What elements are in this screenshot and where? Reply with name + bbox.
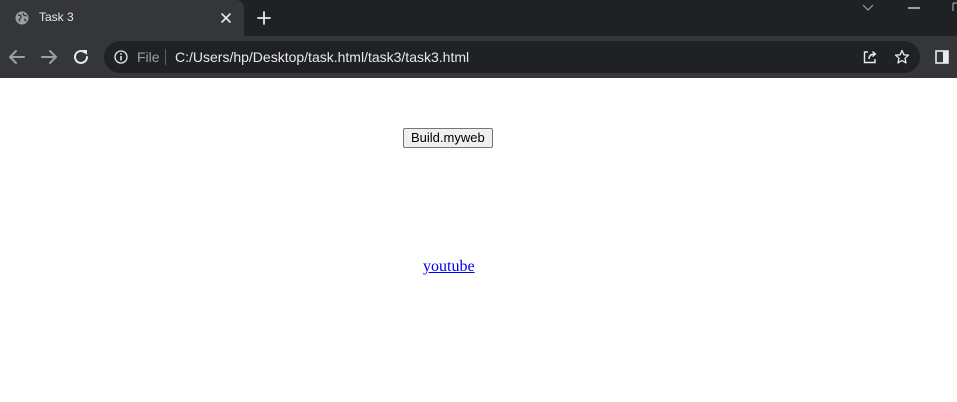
info-icon[interactable] [114,50,128,64]
divider [165,49,166,65]
tab-title: Task 3 [39,10,74,24]
close-icon[interactable] [220,12,232,24]
page-content: Build.myweb youtube [0,78,957,402]
share-icon[interactable] [862,49,878,65]
side-panel-icon[interactable] [935,50,949,64]
globe-icon [15,11,29,25]
youtube-link[interactable]: youtube [423,258,475,276]
scheme-label: File [137,49,160,65]
tab-task-3[interactable]: Task 3 [0,0,244,36]
address-bar[interactable]: File C:/Users/hp/Desktop/task.html/task3… [104,41,920,73]
star-icon[interactable] [894,49,910,65]
arrow-left-icon[interactable] [7,47,27,67]
minimize-icon[interactable] [908,7,920,9]
reload-icon[interactable] [71,47,91,67]
browser-window: Task 3 File C:/Users/hp/Desktop/task.htm… [0,0,957,402]
chevron-down-icon[interactable] [862,3,874,13]
browser-toolbar: File C:/Users/hp/Desktop/task.html/task3… [0,36,957,78]
build-myweb-button[interactable]: Build.myweb [403,128,493,148]
arrow-right-icon[interactable] [39,47,59,67]
maximize-icon[interactable] [952,2,957,12]
url-text[interactable]: C:/Users/hp/Desktop/task.html/task3/task… [175,49,469,65]
tab-strip: Task 3 [0,0,957,36]
plus-icon[interactable] [256,10,272,26]
